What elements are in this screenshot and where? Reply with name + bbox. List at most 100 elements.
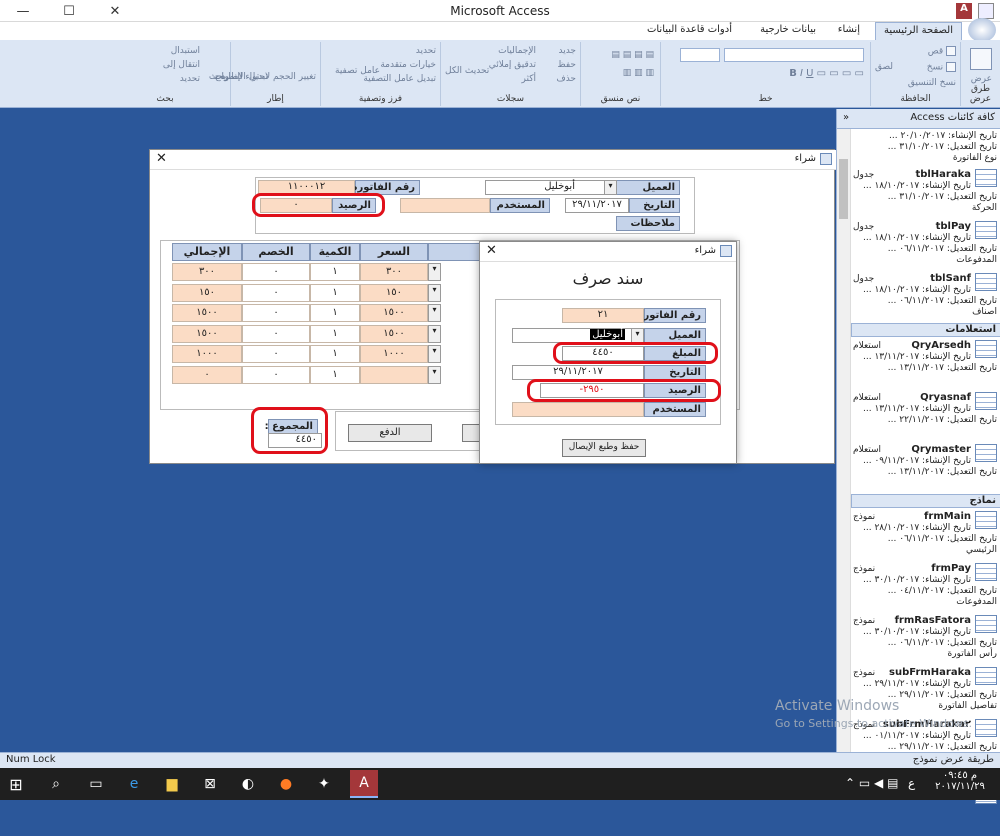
- nav-section-header[interactable]: نماذج: [851, 494, 1000, 508]
- table-cell[interactable]: ٠: [242, 365, 310, 384]
- table-cell[interactable]: ٣٠٠: [172, 263, 242, 281]
- item-dropdown-icon[interactable]: ▾: [428, 263, 441, 281]
- firefox-icon[interactable]: ●: [274, 772, 298, 796]
- nav-scroll-thumb[interactable]: [839, 159, 848, 219]
- task-view-icon[interactable]: ▭: [84, 772, 108, 796]
- nav-object-item[interactable]: frmRasFatora نموذج تاريخ الإنشاء: ٣٠/١٠/٢٠…: [851, 613, 1000, 665]
- filter-button[interactable]: عامل تصفية: [335, 66, 380, 76]
- minimize-button[interactable]: —: [0, 0, 46, 22]
- edge-icon[interactable]: e: [122, 772, 146, 796]
- goto-button[interactable]: انتقال إلى: [163, 60, 200, 70]
- replace-button[interactable]: استبدال: [171, 46, 200, 56]
- table-cell[interactable]: ٠: [242, 283, 310, 302]
- table-cell[interactable]: ١٥٠٠: [172, 324, 242, 343]
- table-cell[interactable]: ١٥٠٠: [360, 304, 428, 322]
- receipt-balance-field[interactable]: -٢٩٥٠: [540, 383, 644, 398]
- item-dropdown-icon[interactable]: ▾: [428, 324, 441, 343]
- access-taskbar-icon[interactable]: A: [350, 770, 378, 798]
- table-cell[interactable]: ٠: [242, 324, 310, 343]
- table-cell[interactable]: ١٥٠: [172, 283, 242, 302]
- table-cell[interactable]: ٠: [242, 345, 310, 363]
- table-cell[interactable]: ١: [310, 324, 360, 343]
- cut-button[interactable]: قص: [928, 46, 956, 57]
- font-style-buttons[interactable]: B I U ▭ ▭ ▭ ▭: [789, 68, 864, 79]
- align-buttons[interactable]: ▤ ▤ ▤ ▤: [611, 50, 654, 60]
- delete-record-button[interactable]: حذف: [556, 74, 576, 84]
- receipt-customer-dropdown-icon[interactable]: ▾: [631, 328, 644, 343]
- advanced-button[interactable]: خيارات متقدمة: [380, 60, 436, 70]
- refresh-all-button[interactable]: تحديث الكل: [445, 66, 489, 76]
- new-record-button[interactable]: جديد: [558, 46, 576, 56]
- select-button[interactable]: تحديد: [180, 74, 200, 84]
- table-cell[interactable]: ١٠٠٠: [172, 345, 242, 363]
- copy-button[interactable]: نسخ: [927, 62, 956, 73]
- nav-scrollbar[interactable]: [837, 129, 851, 752]
- receipt-date-field[interactable]: ٢٩/١١/٢٠١٧: [512, 365, 644, 380]
- view-icon[interactable]: [970, 48, 992, 70]
- search-icon[interactable]: ⌕: [44, 772, 68, 796]
- table-cell[interactable]: ١: [310, 283, 360, 302]
- item-dropdown-icon[interactable]: ▾: [428, 283, 441, 302]
- tab-create[interactable]: إنشاء: [830, 22, 868, 40]
- total-field[interactable]: ٤٤٥٠: [268, 433, 322, 448]
- nav-object-item[interactable]: tblSanf جدول تاريخ الإنشاء: ١٨/١٠/٢٠١٧ ...…: [851, 271, 1000, 323]
- customer-combo[interactable]: أبوخليل: [485, 180, 616, 195]
- maximize-button[interactable]: ☐: [46, 0, 92, 22]
- table-cell[interactable]: ١٥٠: [360, 283, 428, 302]
- table-cell[interactable]: ١: [310, 304, 360, 322]
- nav-object-item[interactable]: tblPay جدول تاريخ الإنشاء: ١٨/١٠/٢٠١٧ ... ت…: [851, 219, 1000, 271]
- receipt-user-field[interactable]: [512, 402, 644, 417]
- save-print-button[interactable]: حفظ وطبع الإيصال: [562, 439, 646, 457]
- indent-buttons[interactable]: ▥ ▥ ▥: [623, 68, 654, 78]
- office-button[interactable]: [968, 18, 996, 42]
- spelling-button[interactable]: تدقيق إملائي: [489, 60, 536, 70]
- nav-object-item[interactable]: Qrymaster استعلام تاريخ الإنشاء: ٠٩/١١/٢٠١…: [851, 442, 1000, 494]
- nav-object-item[interactable]: QryArsedh استعلام تاريخ الإنشاء: ١٣/١١/٢٠١…: [851, 338, 1000, 390]
- tab-database-tools[interactable]: أدوات قاعدة البيانات: [639, 22, 740, 40]
- item-dropdown-icon[interactable]: ▾: [428, 365, 441, 384]
- table-cell[interactable]: ٣٠٠: [360, 263, 428, 281]
- clock[interactable]: م ٠٩:٤٥ ٢٠١٧/١١/٢٩: [935, 770, 985, 792]
- table-cell[interactable]: ١: [310, 263, 360, 281]
- media-icon[interactable]: ◐: [236, 772, 260, 796]
- item-dropdown-icon[interactable]: ▾: [428, 345, 441, 363]
- nav-header[interactable]: كافة كائنات Access «: [837, 109, 1000, 129]
- close-button[interactable]: ✕: [92, 0, 138, 22]
- pay-button[interactable]: الدفع: [348, 424, 432, 442]
- table-cell[interactable]: ١: [310, 365, 360, 384]
- table-cell[interactable]: ١٠٠٠: [360, 345, 428, 363]
- receipt-invoice-field[interactable]: ٢١: [562, 308, 644, 323]
- table-cell[interactable]: ٠: [242, 263, 310, 281]
- table-cell[interactable]: ٠: [172, 365, 242, 384]
- app-icon[interactable]: ✦: [312, 772, 336, 796]
- selection-button[interactable]: تحديد: [416, 46, 436, 56]
- find-button[interactable]: بحث: [209, 72, 226, 82]
- input-language[interactable]: ع: [908, 776, 915, 790]
- table-cell[interactable]: ٠: [242, 304, 310, 322]
- view-button[interactable]: عرض: [971, 74, 992, 84]
- start-icon[interactable]: ⊞: [4, 772, 28, 796]
- tab-external-data[interactable]: بيانات خارجية: [752, 22, 824, 40]
- table-cell[interactable]: [360, 365, 428, 384]
- receipt-close-icon[interactable]: ✕: [486, 243, 497, 258]
- item-dropdown-icon[interactable]: ▾: [428, 304, 441, 322]
- format-painter-button[interactable]: نسخ التنسيق: [908, 78, 956, 88]
- nav-object-item[interactable]: tblHaraka جدول تاريخ الإنشاء: ١٨/١٠/٢٠١٧ .…: [851, 167, 1000, 219]
- font-size-combo[interactable]: [680, 48, 720, 62]
- table-cell[interactable]: ١٥٠٠: [172, 304, 242, 322]
- customer-dropdown-icon[interactable]: ▾: [604, 180, 617, 195]
- more-button[interactable]: أكثر: [522, 74, 536, 84]
- nav-toggle-icon[interactable]: «: [843, 112, 849, 123]
- balance-field[interactable]: ٠: [260, 198, 332, 213]
- purchase-form-close-icon[interactable]: ✕: [156, 151, 167, 166]
- amount-field[interactable]: ٤٤٥٠: [562, 346, 644, 361]
- table-cell[interactable]: ١٥٠٠: [360, 324, 428, 343]
- nav-object-item[interactable]: frmPay نموذج تاريخ الإنشاء: ٣٠/١٠/٢٠١٧ ...…: [851, 561, 1000, 613]
- user-field[interactable]: [400, 198, 490, 213]
- font-name-combo[interactable]: [724, 48, 864, 62]
- date-field[interactable]: ٢٩/١١/٢٠١٧: [565, 198, 629, 213]
- table-cell[interactable]: ١: [310, 345, 360, 363]
- totals-button[interactable]: الإجماليات: [498, 46, 536, 56]
- receipt-customer-combo[interactable]: أبوخليل: [512, 328, 644, 343]
- file-explorer-icon[interactable]: ▆: [160, 772, 184, 796]
